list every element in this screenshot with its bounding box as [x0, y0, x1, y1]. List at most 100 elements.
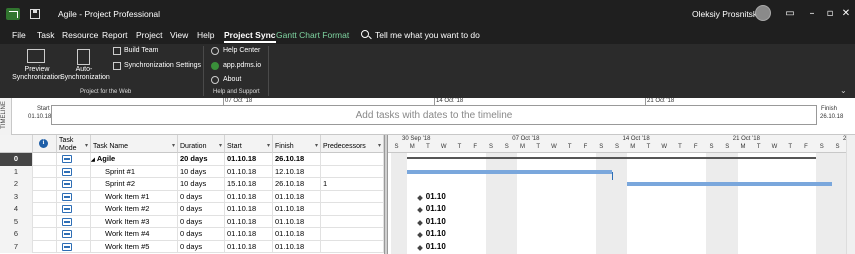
save-icon[interactable] — [30, 9, 40, 19]
task-name-cell[interactable]: Sprint #1 — [91, 165, 178, 178]
predecessors-cell[interactable] — [321, 215, 384, 228]
indicator-cell[interactable] — [33, 215, 57, 228]
duration-cell[interactable]: 20 days — [178, 153, 225, 166]
tab-project-sync[interactable]: Project Sync — [224, 30, 276, 43]
tab-gantt-chart-format[interactable]: Gantt Chart Format — [276, 30, 349, 40]
task-name-header[interactable]: Task Name ▾ — [91, 135, 178, 153]
table-row[interactable]: 3 Work Item #1 0 days 01.10.18 01.10.18 — [0, 190, 384, 203]
task-name-cell[interactable]: Work Item #2 — [91, 203, 178, 216]
row-number[interactable]: 4 — [0, 203, 33, 216]
row-number[interactable]: 6 — [0, 228, 33, 241]
predecessors-cell[interactable] — [321, 203, 384, 216]
row-number[interactable]: 3 — [0, 190, 33, 203]
duration-cell[interactable]: 0 days — [178, 215, 225, 228]
row-number[interactable]: 5 — [0, 215, 33, 228]
finish-cell[interactable]: 01.10.18 — [273, 190, 321, 203]
finish-cell[interactable]: 26.10.18 — [273, 153, 321, 166]
tab-help[interactable]: Help — [197, 30, 214, 40]
finish-cell[interactable]: 26.10.18 — [273, 178, 321, 191]
tab-project[interactable]: Project — [136, 30, 162, 40]
table-row[interactable]: 6 Work Item #4 0 days 01.10.18 01.10.18 — [0, 228, 384, 241]
start-cell[interactable]: 01.10.18 — [225, 153, 273, 166]
start-cell[interactable]: 01.10.18 — [225, 240, 273, 253]
task-mode-cell[interactable] — [57, 190, 91, 203]
predecessors-cell[interactable]: 1 — [321, 178, 384, 191]
task-name-cell[interactable]: Work Item #1 — [91, 190, 178, 203]
duration-cell[interactable]: 10 days — [178, 178, 225, 191]
indicator-cell[interactable] — [33, 203, 57, 216]
row-number[interactable]: 1 — [0, 165, 33, 178]
row-number[interactable]: 2 — [0, 178, 33, 191]
table-row[interactable]: 4 Work Item #2 0 days 01.10.18 01.10.18 — [0, 203, 384, 216]
tab-resource[interactable]: Resource — [62, 30, 98, 40]
indicator-cell[interactable] — [33, 240, 57, 253]
duration-cell[interactable]: 0 days — [178, 190, 225, 203]
task-name-cell[interactable]: Work Item #4 — [91, 228, 178, 241]
duration-cell[interactable]: 10 days — [178, 165, 225, 178]
predecessors-cell[interactable] — [321, 153, 384, 166]
predecessors-cell[interactable] — [321, 228, 384, 241]
vertical-scrollbar[interactable] — [846, 135, 855, 254]
dropdown-icon[interactable]: ▾ — [219, 142, 222, 150]
task-name-cell[interactable]: Sprint #2 — [91, 178, 178, 191]
finish-header[interactable]: Finish ▾ — [273, 135, 321, 153]
indicator-cell[interactable] — [33, 228, 57, 241]
task-bar-sprint-1[interactable] — [406, 169, 612, 174]
table-row[interactable]: 0 ◢ Agile 20 days 01.10.18 26.10.18 — [0, 153, 384, 166]
milestone-marker[interactable] — [416, 194, 423, 201]
row-number[interactable]: 7 — [0, 240, 33, 253]
duration-cell[interactable]: 0 days — [178, 203, 225, 216]
restore-button[interactable]: ▫ — [822, 6, 838, 22]
task-mode-header[interactable]: Task Mode ▾ — [57, 135, 91, 153]
task-name-cell[interactable]: ◢ Agile — [91, 153, 178, 166]
duration-cell[interactable]: 0 days — [178, 240, 225, 253]
duration-header[interactable]: Duration ▾ — [178, 135, 225, 153]
dropdown-icon[interactable]: ▾ — [267, 142, 270, 150]
finish-cell[interactable]: 01.10.18 — [273, 215, 321, 228]
duration-cell[interactable]: 0 days — [178, 228, 225, 241]
start-cell[interactable]: 01.10.18 — [225, 190, 273, 203]
gantt-chart[interactable]: 30 Sep '18 07 Oct '18 14 Oct '18 21 Oct '18… — [388, 135, 855, 254]
finish-cell[interactable]: 12.10.18 — [273, 165, 321, 178]
task-name-cell[interactable]: Work Item #5 — [91, 240, 178, 253]
start-header[interactable]: Start ▾ — [225, 135, 273, 153]
start-cell[interactable]: 01.10.18 — [225, 165, 273, 178]
dropdown-icon[interactable]: ▾ — [172, 142, 175, 150]
collapse-icon[interactable]: ◢ — [91, 157, 95, 163]
close-button[interactable]: ✕ — [838, 6, 854, 22]
search-input[interactable]: Tell me what you want to do — [375, 30, 480, 40]
task-bar-sprint-2[interactable] — [627, 182, 832, 186]
table-row[interactable]: 2 Sprint #2 10 days 15.10.18 26.10.18 1 — [0, 178, 384, 191]
task-mode-cell[interactable] — [57, 240, 91, 253]
table-row[interactable]: 1 Sprint #1 10 days 01.10.18 12.10.18 — [0, 165, 384, 178]
indicators-header[interactable]: i — [33, 135, 57, 153]
table-row[interactable]: 7 Work Item #5 0 days 01.10.18 01.10.18 — [0, 240, 384, 253]
predecessors-header[interactable]: Predecessors ▾ — [321, 135, 384, 153]
start-cell[interactable]: 01.10.18 — [225, 215, 273, 228]
indicator-cell[interactable] — [33, 153, 57, 166]
finish-cell[interactable]: 01.10.18 — [273, 228, 321, 241]
summary-task-bar[interactable] — [406, 157, 817, 159]
milestone-marker[interactable] — [416, 207, 423, 213]
task-mode-cell[interactable] — [57, 178, 91, 191]
table-row[interactable]: 5 Work Item #3 0 days 01.10.18 01.10.18 — [0, 215, 384, 228]
predecessors-cell[interactable] — [321, 240, 384, 253]
predecessors-cell[interactable] — [321, 190, 384, 203]
milestone-marker[interactable] — [416, 219, 423, 226]
search-icon[interactable] — [361, 30, 369, 38]
start-cell[interactable]: 15.10.18 — [225, 178, 273, 191]
start-cell[interactable]: 01.10.18 — [225, 203, 273, 216]
collapse-ribbon-icon[interactable]: ⌄ — [840, 86, 847, 95]
milestone-marker[interactable] — [416, 244, 423, 251]
milestone-marker[interactable] — [416, 232, 423, 238]
indicator-cell[interactable] — [33, 165, 57, 178]
predecessors-cell[interactable] — [321, 165, 384, 178]
row-number[interactable]: 0 — [0, 153, 33, 166]
finish-cell[interactable]: 01.10.18 — [273, 203, 321, 216]
tab-view[interactable]: View — [170, 30, 188, 40]
indicator-cell[interactable] — [33, 178, 57, 191]
tab-file[interactable]: File — [12, 30, 26, 40]
finish-cell[interactable]: 01.10.18 — [273, 240, 321, 253]
task-name-cell[interactable]: Work Item #3 — [91, 215, 178, 228]
task-mode-cell[interactable] — [57, 153, 91, 166]
